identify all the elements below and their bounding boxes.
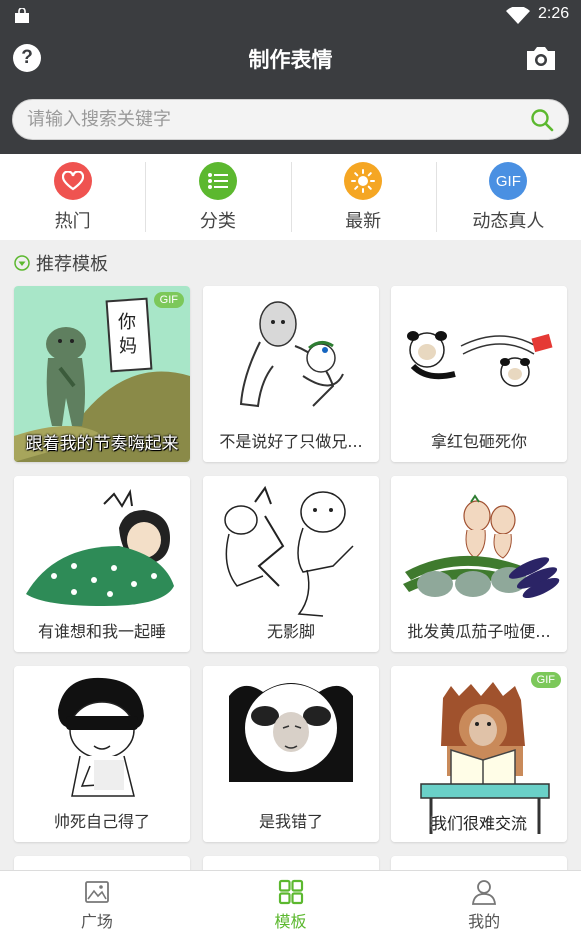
nav-plaza[interactable]: 广场 [0,871,194,930]
template-card[interactable]: 你 妈 GIF 跟着我的节奏嗨起来 [14,286,190,462]
template-caption: 跟着我的节奏嗨起来 [25,434,179,454]
image-icon [84,881,109,903]
template-caption: 是我错了 [258,812,323,831]
template-card[interactable]: 无影脚 [203,476,379,652]
grid-icon [278,879,303,905]
template-caption: 不是说好了只做兄... [219,432,363,451]
template-caption: 批发黄瓜茄子啦便... [407,622,551,641]
template-caption: 我们很难交流 [430,814,527,833]
nav-templates[interactable]: 模板 [194,871,388,930]
bottom-nav: 广场 模板 我的 [0,870,581,930]
template-grid: 你 妈 GIF 跟着我的节奏嗨起来 不是说好了只做兄... 拿红包砸死你 有谁想… [0,0,581,930]
user-icon [472,880,497,905]
template-caption: 无影脚 [266,622,315,641]
template-card[interactable]: 帅死自己得了 [14,666,190,842]
template-caption: 帅死自己得了 [53,812,150,831]
template-card[interactable]: 批发黄瓜茄子啦便... [391,476,567,652]
template-caption: 拿红包砸死你 [430,432,527,451]
nav-label: 广场 [80,912,113,930]
template-card[interactable]: 是我错了 [203,666,379,842]
gif-badge: GIF [530,672,561,688]
sign-text-1: 你 [118,312,136,333]
template-caption: 有谁想和我一起睡 [37,622,166,641]
gif-badge: GIF [153,292,184,308]
nav-label: 模板 [274,912,307,930]
template-card[interactable]: 有谁想和我一起睡 [14,476,190,652]
nav-mine[interactable]: 我的 [387,871,581,930]
nav-label: 我的 [468,912,501,930]
template-card[interactable]: GIF 我们很难交流 [391,666,567,842]
sign-text-2: 妈 [119,336,137,357]
template-card[interactable]: 不是说好了只做兄... [203,286,379,462]
template-card[interactable]: 拿红包砸死你 [391,286,567,462]
